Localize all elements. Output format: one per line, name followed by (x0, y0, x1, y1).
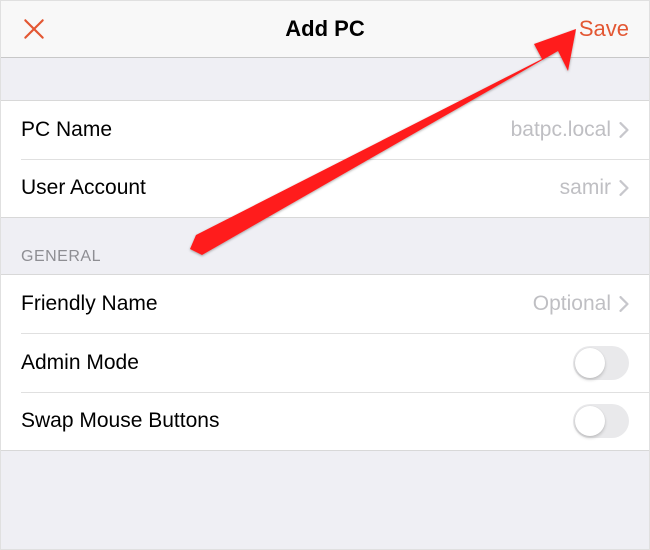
user-account-row[interactable]: User Account samir (1, 159, 649, 218)
pc-name-label: PC Name (21, 118, 112, 142)
section-header-general: GENERAL (1, 218, 649, 274)
pc-name-row[interactable]: PC Name batpc.local (1, 100, 649, 159)
friendly-name-row[interactable]: Friendly Name Optional (1, 274, 649, 333)
chevron-right-icon (619, 296, 629, 312)
admin-mode-row: Admin Mode (1, 333, 649, 392)
swap-mouse-label: Swap Mouse Buttons (21, 409, 219, 433)
friendly-name-placeholder: Optional (533, 292, 611, 316)
pc-name-value: batpc.local (511, 118, 611, 142)
section-gap (1, 58, 649, 100)
friendly-name-label: Friendly Name (21, 292, 158, 316)
chevron-right-icon (619, 180, 629, 196)
admin-mode-toggle[interactable] (573, 346, 629, 380)
close-icon[interactable] (21, 16, 47, 42)
user-account-value: samir (560, 176, 611, 200)
save-button[interactable]: Save (549, 16, 629, 42)
user-account-label: User Account (21, 176, 146, 200)
chevron-right-icon (619, 122, 629, 138)
swap-mouse-toggle[interactable] (573, 404, 629, 438)
navigation-bar: Add PC Save (1, 1, 649, 58)
page-title: Add PC (285, 16, 364, 42)
swap-mouse-row: Swap Mouse Buttons (1, 392, 649, 451)
admin-mode-label: Admin Mode (21, 351, 139, 375)
